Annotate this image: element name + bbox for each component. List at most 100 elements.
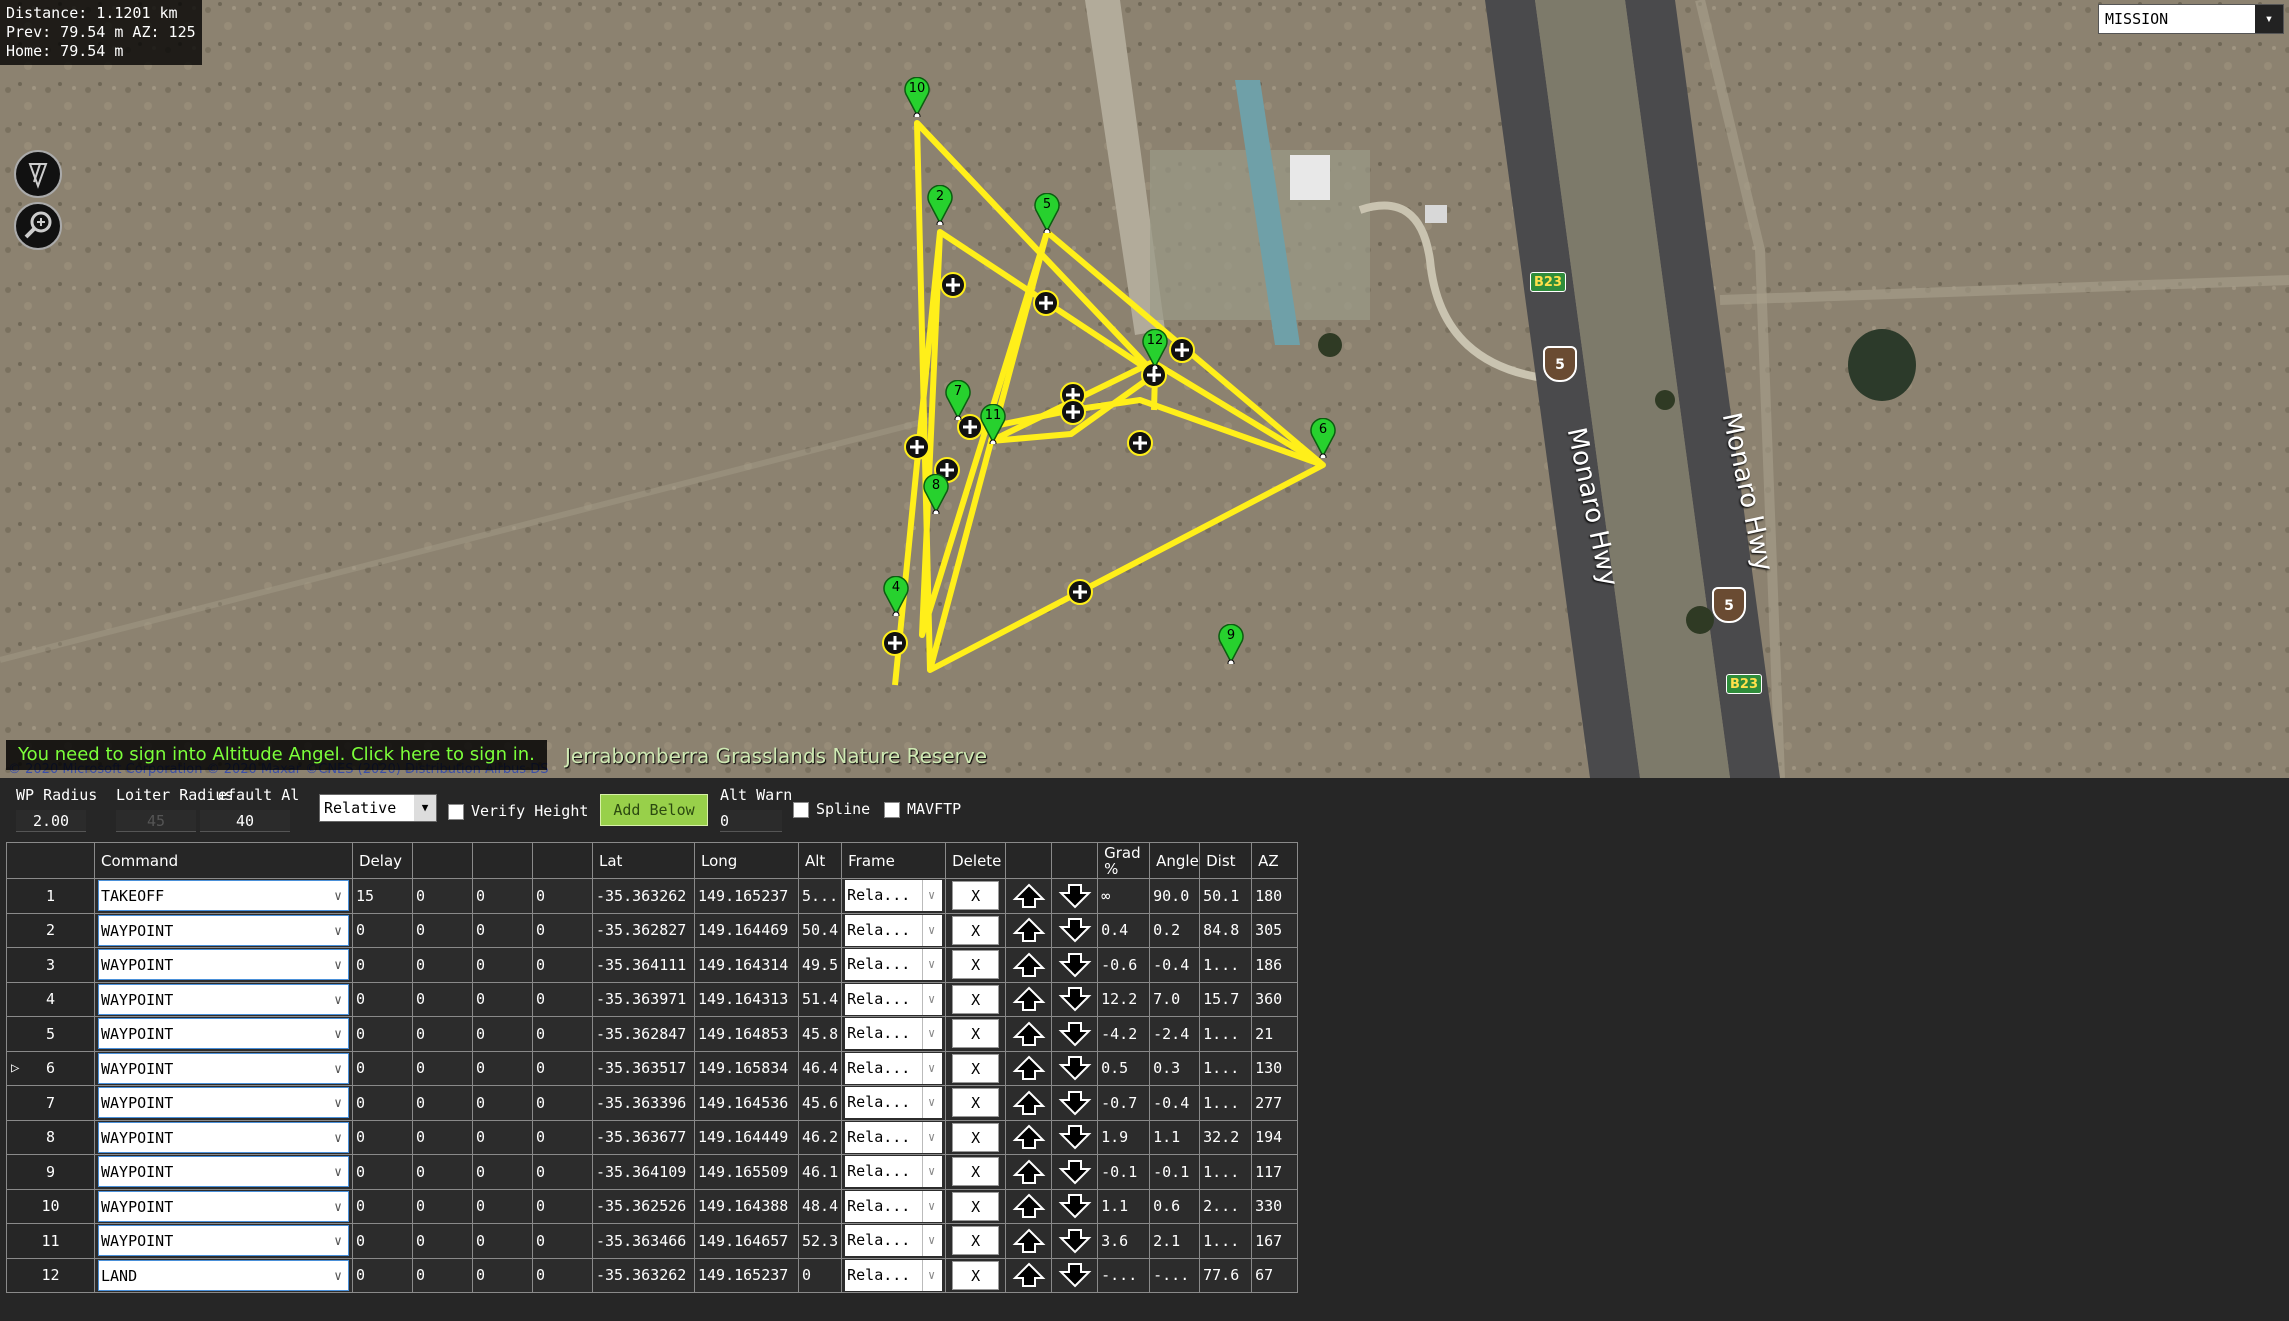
move-down-button[interactable]	[1051, 1085, 1099, 1121]
table-row[interactable]: 10 WAYPOINT ∨ 0 0 0 0 -35.362526 149.164388 48.4 R…	[6, 1188, 1299, 1224]
param4-cell[interactable]: 0	[532, 1050, 593, 1086]
dist-cell[interactable]: 1...	[1199, 1223, 1253, 1259]
long-cell[interactable]: 149.164449	[694, 1119, 799, 1155]
dist-cell[interactable]: 1...	[1199, 1154, 1253, 1190]
frame-cell[interactable]: Rela... ∨	[841, 947, 947, 983]
grad-cell[interactable]: 12.2	[1097, 981, 1151, 1017]
alt-cell[interactable]: 45.6	[797, 1085, 843, 1121]
move-up-button[interactable]	[1005, 878, 1053, 914]
spline-checkbox[interactable]	[793, 802, 809, 818]
waypoint-marker[interactable]: 11	[980, 403, 1006, 447]
dist-cell[interactable]: 84.8	[1199, 912, 1253, 948]
az-cell[interactable]: 305	[1251, 912, 1299, 948]
frame-select[interactable]: Rela... ∨	[845, 1121, 943, 1153]
frame-select[interactable]: Rela... ∨	[845, 1018, 943, 1050]
long-cell[interactable]: 149.164314	[694, 947, 799, 983]
az-cell[interactable]: 130	[1251, 1050, 1299, 1086]
alt-cell[interactable]: 52.3	[797, 1223, 843, 1259]
param2-cell[interactable]: 0	[412, 912, 473, 948]
delete-row-button[interactable]: X	[952, 1088, 1000, 1118]
command-select[interactable]: WAYPOINT ∨	[98, 1121, 349, 1153]
delay-cell[interactable]: 0	[352, 981, 413, 1017]
param2-cell[interactable]: 0	[412, 878, 473, 914]
move-down-button[interactable]	[1051, 1188, 1099, 1224]
lat-cell[interactable]: -35.363262	[592, 878, 695, 914]
move-up-button[interactable]	[1005, 947, 1053, 983]
az-cell[interactable]: 194	[1251, 1119, 1299, 1155]
frame-select[interactable]: Rela... ∨	[845, 1052, 943, 1084]
dist-cell[interactable]: 1...	[1199, 947, 1253, 983]
table-row[interactable]: 4 WAYPOINT ∨ 0 0 0 0 -35.363971 149.164313 51.4 Re…	[6, 981, 1299, 1017]
frame-cell[interactable]: Rela... ∨	[841, 1016, 947, 1052]
grad-cell[interactable]: 1.1	[1097, 1188, 1151, 1224]
delete-row-button[interactable]: X	[952, 1122, 1000, 1152]
command-select[interactable]: LAND ∨	[98, 1259, 349, 1291]
alt-cell[interactable]: 45.8	[797, 1016, 843, 1052]
move-down-button[interactable]	[1051, 912, 1099, 948]
param4-cell[interactable]: 0	[532, 1016, 593, 1052]
column-header[interactable]: Delete	[945, 842, 1007, 879]
move-down-button[interactable]	[1051, 1119, 1099, 1155]
column-header[interactable]	[6, 842, 95, 879]
param2-cell[interactable]: 0	[412, 947, 473, 983]
param4-cell[interactable]: 0	[532, 912, 593, 948]
column-header[interactable]: Alt	[797, 842, 843, 879]
long-cell[interactable]: 149.164313	[694, 981, 799, 1017]
command-cell[interactable]: WAYPOINT ∨	[94, 1154, 353, 1190]
lat-cell[interactable]: -35.363396	[592, 1085, 695, 1121]
angle-cell[interactable]: -0.4	[1149, 947, 1201, 983]
angle-cell[interactable]: 1.1	[1149, 1119, 1201, 1155]
grad-cell[interactable]: 0.4	[1097, 912, 1151, 948]
grad-cell[interactable]: -0.1	[1097, 1154, 1151, 1190]
param3-cell[interactable]: 0	[472, 912, 533, 948]
add-below-button[interactable]: Add Below	[600, 794, 708, 826]
column-header[interactable]	[1005, 842, 1053, 879]
frame-select[interactable]: Rela... ∨	[845, 1087, 943, 1119]
az-cell[interactable]: 277	[1251, 1085, 1299, 1121]
table-row[interactable]: 3 WAYPOINT ∨ 0 0 0 0 -35.364111 149.164314 49.5 Re…	[6, 947, 1299, 983]
alt-warn-input[interactable]: 0	[720, 810, 782, 832]
grad-cell[interactable]: 1.9	[1097, 1119, 1151, 1155]
angle-cell[interactable]: 0.2	[1149, 912, 1201, 948]
frame-cell[interactable]: Rela... ∨	[841, 1050, 947, 1086]
frame-select[interactable]: Rela... ∨	[845, 880, 943, 912]
row-number-cell[interactable]: 8	[6, 1119, 95, 1155]
move-down-button[interactable]	[1051, 1154, 1099, 1190]
param3-cell[interactable]: 0	[472, 1050, 533, 1086]
column-header[interactable]: Command	[94, 842, 353, 879]
az-cell[interactable]: 67	[1251, 1257, 1299, 1293]
dist-cell[interactable]: 77.6	[1199, 1257, 1253, 1293]
alt-cell[interactable]: 46.1	[797, 1154, 843, 1190]
param4-cell[interactable]: 0	[532, 981, 593, 1017]
frame-select[interactable]: Rela... ∨	[845, 949, 943, 981]
delete-row-button[interactable]: X	[952, 1157, 1000, 1187]
param4-cell[interactable]: 0	[532, 1154, 593, 1190]
az-cell[interactable]: 180	[1251, 878, 1299, 914]
az-cell[interactable]: 117	[1251, 1154, 1299, 1190]
param2-cell[interactable]: 0	[412, 1223, 473, 1259]
mavftp-checkbox[interactable]	[884, 802, 900, 818]
param4-cell[interactable]: 0	[532, 947, 593, 983]
command-select[interactable]: WAYPOINT ∨	[98, 1190, 349, 1222]
column-header[interactable]: Grad %	[1097, 842, 1151, 879]
long-cell[interactable]: 149.165834	[694, 1050, 799, 1086]
frame-cell[interactable]: Rela... ∨	[841, 912, 947, 948]
waypoint-marker[interactable]: 8	[923, 473, 949, 517]
row-number-cell[interactable]: 1	[6, 878, 95, 914]
altitude-angel-banner[interactable]: You need to sign into Altitude Angel. Cl…	[6, 740, 547, 770]
command-select[interactable]: WAYPOINT ∨	[98, 1052, 349, 1084]
frame-cell[interactable]: Rela... ∨	[841, 981, 947, 1017]
default-alt-input[interactable]: 40	[200, 810, 290, 832]
move-up-button[interactable]	[1005, 1119, 1053, 1155]
param3-cell[interactable]: 0	[472, 947, 533, 983]
command-cell[interactable]: WAYPOINT ∨	[94, 1050, 353, 1086]
delay-cell[interactable]: 0	[352, 1016, 413, 1052]
delete-row-button[interactable]: X	[952, 984, 1000, 1014]
row-number-cell[interactable]: 2	[6, 912, 95, 948]
waypoint-marker[interactable]: 12	[1142, 328, 1168, 372]
zoom-tool-button[interactable]	[14, 202, 62, 250]
table-row[interactable]: 9 WAYPOINT ∨ 0 0 0 0 -35.364109 149.165509 46.1 Re…	[6, 1154, 1299, 1190]
frame-select[interactable]: Rela... ∨	[845, 1225, 943, 1257]
param2-cell[interactable]: 0	[412, 1119, 473, 1155]
param3-cell[interactable]: 0	[472, 1154, 533, 1190]
